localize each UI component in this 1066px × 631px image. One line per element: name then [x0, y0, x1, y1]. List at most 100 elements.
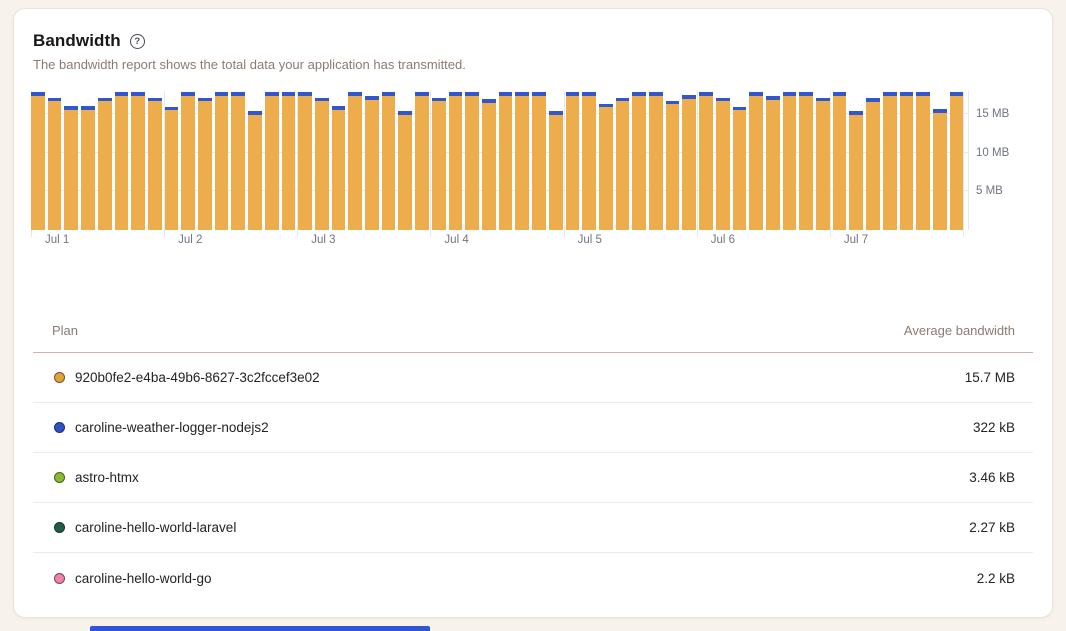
bar-segment-orange: [48, 101, 62, 230]
chart-bar[interactable]: [482, 99, 496, 230]
chart-bar[interactable]: [165, 107, 179, 230]
bar-segment-orange: [816, 101, 830, 230]
chart-bar[interactable]: [749, 92, 763, 230]
chart-bar[interactable]: [950, 92, 964, 230]
y-axis-tick-label: 5 MB: [976, 185, 1003, 197]
bars-layer: [31, 91, 963, 230]
chart-bar[interactable]: [449, 92, 463, 230]
chart-bar[interactable]: [415, 92, 429, 230]
bar-segment-orange: [733, 110, 747, 230]
plan-name: caroline-hello-world-laravel: [75, 520, 236, 535]
chart-bar[interactable]: [582, 92, 596, 230]
chart-bar[interactable]: [666, 101, 680, 230]
bar-segment-orange: [582, 96, 596, 230]
plan-color-dot: [54, 573, 65, 584]
help-icon[interactable]: ?: [130, 34, 145, 49]
chart-bar[interactable]: [499, 92, 513, 230]
plan-color-dot: [54, 422, 65, 433]
bar-segment-orange: [549, 115, 563, 230]
chart-bar[interactable]: [248, 111, 262, 230]
x-axis-tick-label: Jul 1: [45, 234, 69, 246]
bandwidth-report-card: Bandwidth ? The bandwidth report shows t…: [13, 8, 1053, 618]
plan-name: 920b0fe2-e4ba-49b6-8627-3c2fccef3e02: [75, 370, 320, 385]
chart-bar[interactable]: [382, 92, 396, 230]
chart-bar[interactable]: [799, 92, 813, 230]
chart-bar[interactable]: [883, 92, 897, 230]
chart-bar[interactable]: [933, 109, 947, 230]
chart-bar[interactable]: [115, 92, 129, 230]
bar-segment-orange: [115, 96, 129, 230]
chart-bar[interactable]: [98, 98, 112, 230]
bar-segment-orange: [315, 101, 329, 230]
chart-bar[interactable]: [215, 92, 229, 230]
chart-bar[interactable]: [682, 95, 696, 230]
chart-bar[interactable]: [465, 92, 479, 230]
chart-bar[interactable]: [298, 92, 312, 230]
plan-name: caroline-weather-logger-nodejs2: [75, 420, 269, 435]
chart-bar[interactable]: [181, 92, 195, 230]
bar-segment-orange: [599, 107, 613, 230]
chart-bar[interactable]: [649, 92, 663, 230]
chart-bar[interactable]: [131, 92, 145, 230]
bar-segment-orange: [933, 113, 947, 230]
x-axis-tick-label: Jul 5: [578, 234, 602, 246]
bar-segment-orange: [449, 96, 463, 230]
chart-bar[interactable]: [549, 111, 563, 230]
chart-bar[interactable]: [315, 98, 329, 230]
column-header-average-bandwidth: Average bandwidth: [904, 323, 1015, 338]
chart-bar[interactable]: [766, 96, 780, 230]
chart-bar[interactable]: [81, 106, 95, 230]
chart-bar[interactable]: [532, 92, 546, 230]
bar-segment-orange: [716, 101, 730, 230]
chart-bar[interactable]: [365, 96, 379, 230]
chart-bar[interactable]: [265, 92, 279, 230]
table-row: astro-htmx3.46 kB: [33, 453, 1033, 503]
chart-bar[interactable]: [348, 92, 362, 230]
chart-bar[interactable]: [833, 92, 847, 230]
chart-bar[interactable]: [783, 92, 797, 230]
bar-segment-orange: [482, 103, 496, 230]
chart-bar[interactable]: [432, 98, 446, 230]
table-header-row: Plan Average bandwidth: [33, 321, 1033, 353]
chart-bar[interactable]: [733, 107, 747, 230]
average-bandwidth-value: 15.7 MB: [965, 370, 1015, 385]
chart-bar[interactable]: [398, 111, 412, 230]
chart-bar[interactable]: [599, 104, 613, 230]
bar-segment-orange: [332, 110, 346, 230]
bar-segment-orange: [799, 96, 813, 230]
bar-segment-orange: [248, 115, 262, 230]
chart-bar[interactable]: [515, 92, 529, 230]
chart-bar[interactable]: [332, 106, 346, 230]
table-body: 920b0fe2-e4ba-49b6-8627-3c2fccef3e02 15.7…: [33, 353, 1033, 603]
bar-segment-orange: [181, 96, 195, 230]
title-row: Bandwidth ?: [33, 29, 1033, 53]
chart-bar[interactable]: [866, 98, 880, 230]
chart-bar[interactable]: [198, 98, 212, 230]
chart-bar[interactable]: [48, 98, 62, 230]
chart-bar[interactable]: [31, 92, 45, 230]
chart-bar[interactable]: [849, 111, 863, 230]
chart-bar[interactable]: [282, 92, 296, 230]
chart-bar[interactable]: [632, 92, 646, 230]
column-header-plan: Plan: [52, 323, 78, 338]
bar-segment-orange: [432, 101, 446, 230]
bar-segment-orange: [950, 96, 964, 230]
chart-bar[interactable]: [900, 92, 914, 230]
chart-bar[interactable]: [716, 98, 730, 230]
chart-bar[interactable]: [616, 98, 630, 230]
chart-bar[interactable]: [699, 92, 713, 230]
bar-segment-orange: [766, 100, 780, 231]
bar-segment-orange: [198, 101, 212, 230]
chart-bar[interactable]: [566, 92, 580, 230]
average-bandwidth-value: 322 kB: [973, 420, 1015, 435]
chart-bar[interactable]: [916, 92, 930, 230]
x-axis-tick-label: Jul 3: [311, 234, 335, 246]
chart-bar[interactable]: [816, 98, 830, 230]
bar-segment-orange: [532, 96, 546, 230]
bar-segment-orange: [165, 110, 179, 230]
chart-bar[interactable]: [64, 106, 78, 230]
plan-name: caroline-hello-world-go: [75, 571, 212, 586]
chart-bar[interactable]: [231, 92, 245, 230]
bar-segment-orange: [649, 96, 663, 230]
chart-bar[interactable]: [148, 98, 162, 230]
